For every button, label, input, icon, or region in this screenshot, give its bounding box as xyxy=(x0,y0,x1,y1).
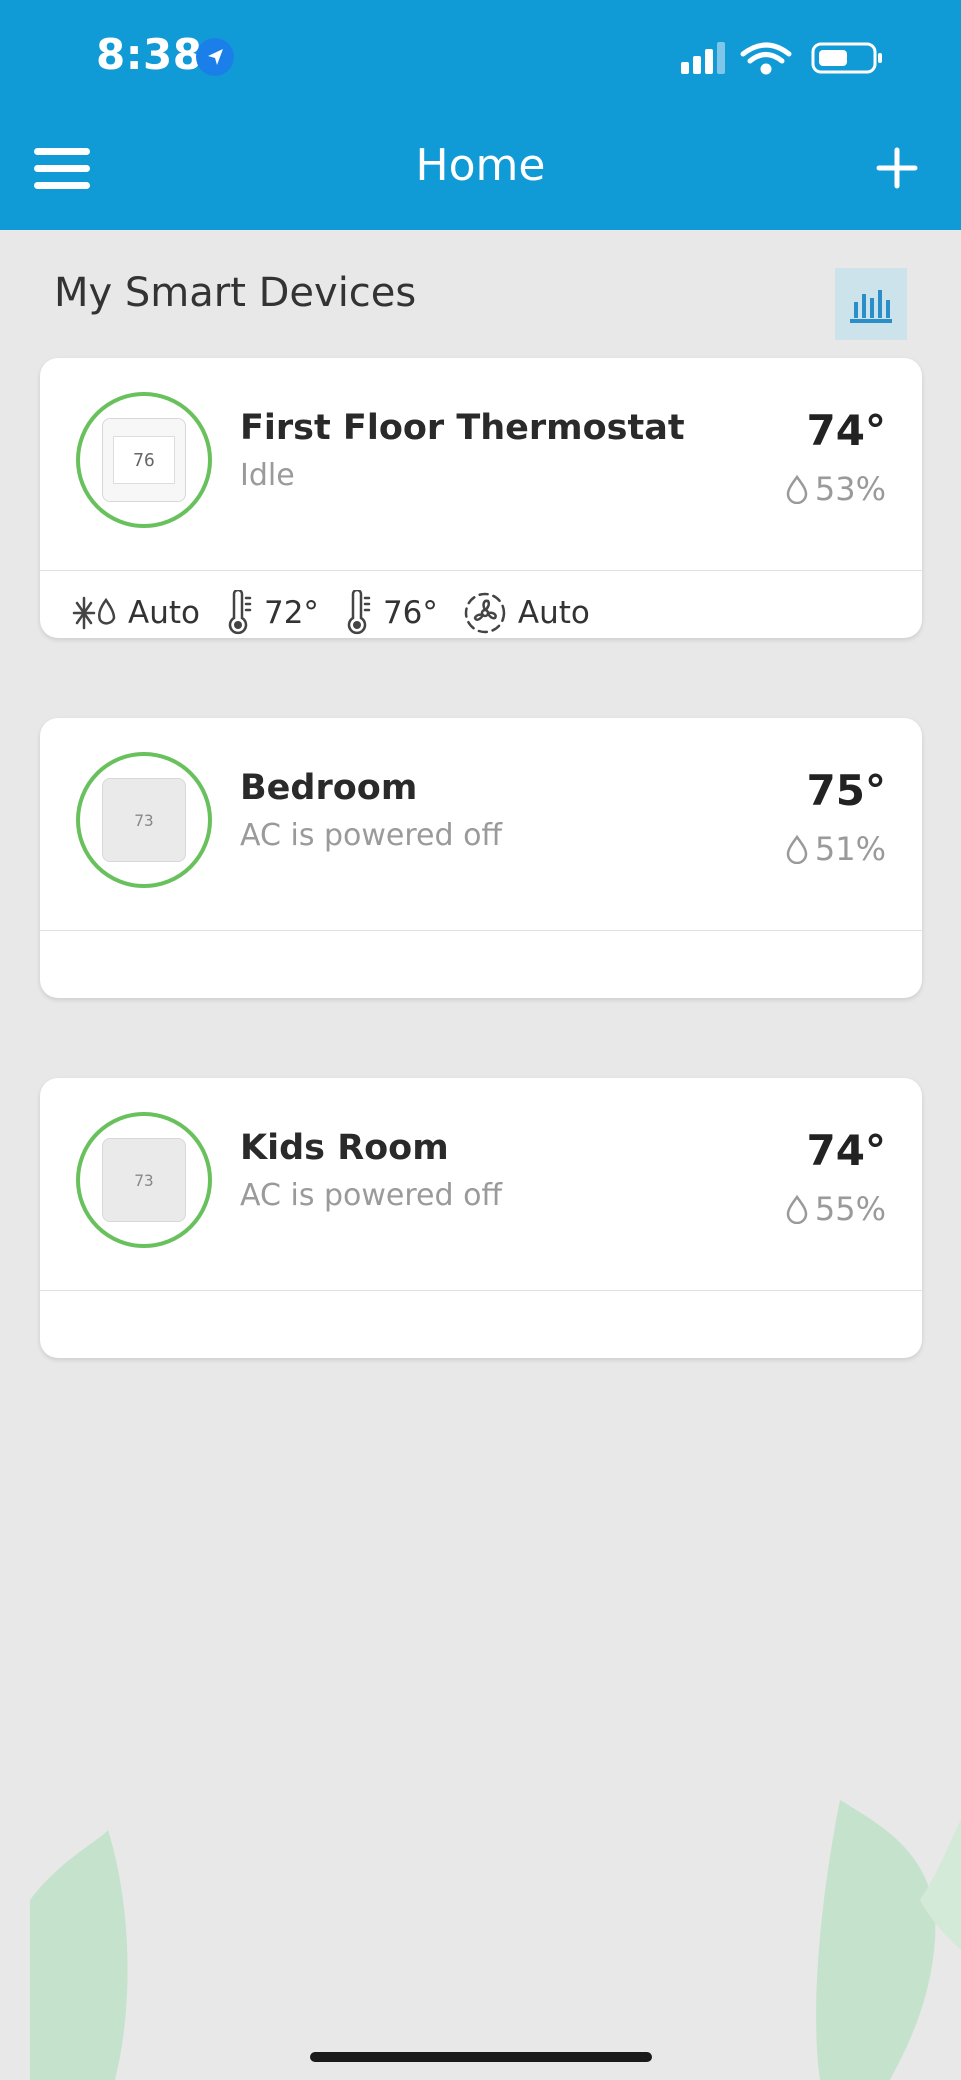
card-divider xyxy=(40,570,922,571)
card-divider xyxy=(40,1290,922,1291)
display-reading: 76 xyxy=(133,449,155,471)
low-setpoint-value: 72° xyxy=(263,595,319,631)
signal-icon xyxy=(681,42,725,74)
fan-control[interactable]: Auto xyxy=(462,590,590,636)
device-status: AC is powered off xyxy=(240,1178,503,1213)
device-card-kids-room[interactable]: 73 Kids Room AC is powered off 74° 55% xyxy=(40,1078,922,1358)
thermometer-icon xyxy=(347,590,371,635)
battery-icon xyxy=(811,42,882,74)
device-name: Kids Room xyxy=(240,1128,449,1168)
device-name: First Floor Thermostat xyxy=(240,408,685,448)
device-name: Bedroom xyxy=(240,768,418,808)
mode-control[interactable]: Auto xyxy=(72,592,200,634)
thermostat-avatar: 76 xyxy=(76,392,212,528)
page-title: Home xyxy=(415,140,546,191)
low-setpoint-control[interactable]: 72° xyxy=(224,590,319,636)
current-temperature: 74° xyxy=(806,406,886,455)
usage-chart-button[interactable] xyxy=(835,268,907,340)
humidity-reading: 55% xyxy=(785,1190,886,1228)
plus-icon xyxy=(876,147,918,189)
high-setpoint-control[interactable]: 76° xyxy=(343,590,438,636)
bar-chart-icon xyxy=(850,290,892,323)
device-status: Idle xyxy=(240,458,295,493)
humidity-value: 51% xyxy=(814,830,886,868)
home-indicator[interactable] xyxy=(310,2052,652,2062)
display-reading: 73 xyxy=(134,810,154,830)
current-temperature: 75° xyxy=(806,766,886,815)
humidity-reading: 53% xyxy=(785,470,886,508)
wifi-icon xyxy=(740,42,792,75)
droplet-icon xyxy=(786,1194,808,1224)
fan-icon xyxy=(464,592,506,634)
card-divider xyxy=(40,930,922,931)
add-device-button[interactable] xyxy=(875,146,919,190)
droplet-icon xyxy=(786,474,808,504)
control-bar: Auto 72° 76° Auto xyxy=(72,588,614,638)
fan-label: Auto xyxy=(517,595,590,631)
status-indicators xyxy=(681,38,891,78)
thermostat-image: 73 xyxy=(102,778,186,862)
leaf-decoration-right xyxy=(816,1800,961,2080)
thermostat-avatar: 73 xyxy=(76,1112,212,1248)
section-title: My Smart Devices xyxy=(54,270,417,316)
app-header: 8:38 Home xyxy=(0,0,961,230)
location-icon xyxy=(196,38,234,76)
device-card-first-floor[interactable]: 76 First Floor Thermostat Idle 74° 53% A… xyxy=(40,358,922,638)
humidity-value: 53% xyxy=(814,470,886,508)
high-setpoint-value: 76° xyxy=(382,595,438,631)
droplet-icon xyxy=(786,834,808,864)
thermostat-image: 73 xyxy=(102,1138,186,1222)
device-status: AC is powered off xyxy=(240,818,503,853)
thermostat-avatar: 73 xyxy=(76,752,212,888)
humidity-value: 55% xyxy=(814,1190,886,1228)
mode-label: Auto xyxy=(128,595,200,631)
display-reading: 73 xyxy=(134,1170,154,1190)
thermostat-image: 76 xyxy=(102,418,186,502)
thermometer-icon xyxy=(228,590,252,635)
snowflake-flame-icon xyxy=(72,596,116,630)
leaf-decoration-left xyxy=(30,1830,128,2080)
status-time: 8:38 xyxy=(96,30,203,79)
device-card-bedroom[interactable]: 73 Bedroom AC is powered off 75° 51% xyxy=(40,718,922,998)
current-temperature: 74° xyxy=(806,1126,886,1175)
humidity-reading: 51% xyxy=(785,830,886,868)
